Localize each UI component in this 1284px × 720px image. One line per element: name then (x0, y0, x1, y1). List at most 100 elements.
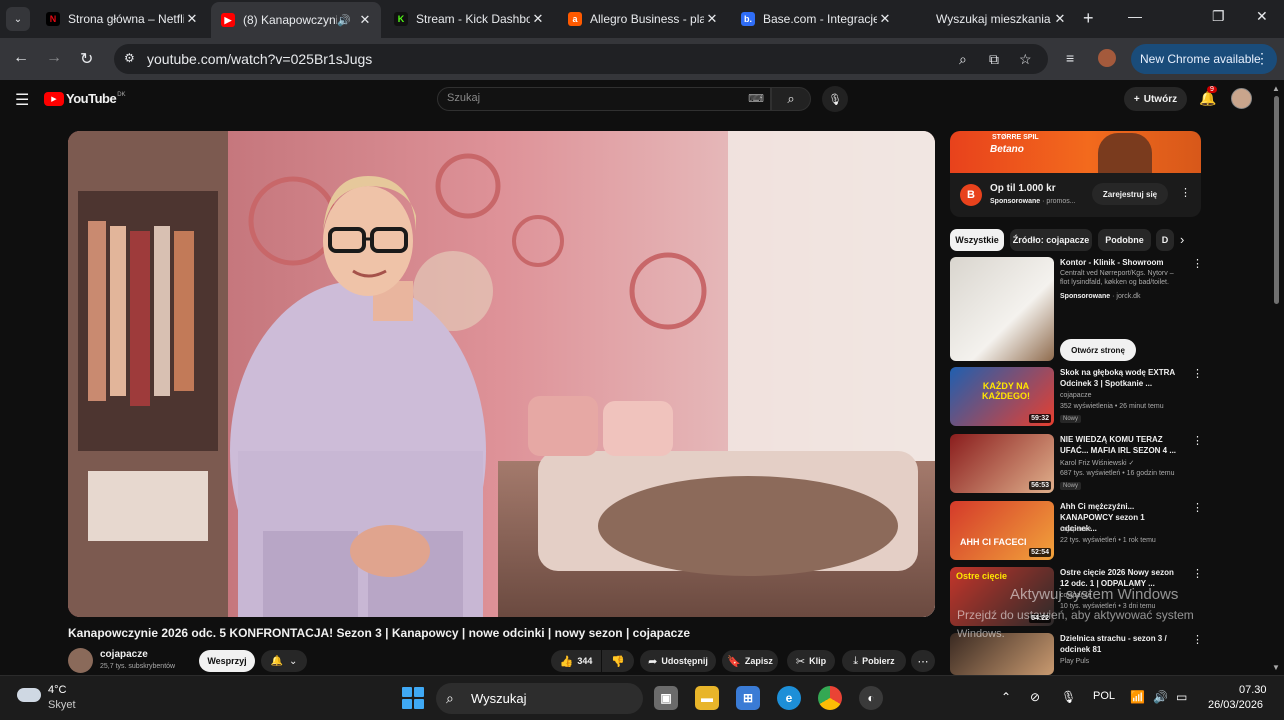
task-view-icon[interactable]: ▣ (654, 686, 678, 710)
edge-icon[interactable]: e (777, 686, 801, 710)
clip-button[interactable]: ✂ Klip (787, 650, 835, 672)
save-button[interactable]: 🔖 Zapisz (722, 650, 778, 672)
chip-similar[interactable]: Podobne (1098, 229, 1151, 251)
chip-source-channel[interactable]: Źródło: cojapacze (1010, 229, 1092, 251)
search-button[interactable]: ⌕ (771, 87, 811, 111)
scrollbar-thumb[interactable] (1274, 96, 1279, 304)
address-bar[interactable]: ⚙ youtube.com/watch?v=025Br1sJugs ⌕ ⧉ ☆ (114, 44, 1048, 74)
ad-headline[interactable]: Op til 1.000 kr (990, 183, 1056, 194)
video-player[interactable] (68, 131, 935, 617)
battery-icon[interactable]: ▭ (1176, 690, 1187, 704)
minimize-button[interactable]: — (1128, 8, 1142, 24)
more-icon[interactable]: ⋮ (1192, 501, 1203, 514)
chip-more[interactable]: D (1156, 229, 1174, 251)
tab-allegro[interactable]: a Allegro Business - platforma ✕ (558, 5, 728, 33)
extension-icon[interactable] (1098, 49, 1116, 67)
tab-search-button[interactable]: ⌄ (6, 7, 30, 31)
tab-kick[interactable]: K Stream - Kick Dashboard ✕ (384, 5, 554, 33)
ad-more-icon[interactable]: ⋮ (1180, 186, 1191, 199)
channel-avatar[interactable] (68, 648, 93, 673)
list-item[interactable]: 56:53 NIE WIEDZĄ KOMU TERAZ UFAĆ... MAFI… (950, 434, 1203, 496)
betano-logo-icon[interactable]: B (960, 184, 982, 206)
list-item[interactable]: AHH CI FACECI 52:54 Ahh Ci mężczyźni... … (950, 501, 1203, 563)
more-icon[interactable]: ⋮ (1192, 367, 1203, 380)
item-channel[interactable]: cojapacze (1060, 392, 1092, 399)
tab-apartments[interactable]: Wyszukaj mieszkania ✕ (904, 5, 1076, 33)
thumbnail[interactable]: 56:53 (950, 434, 1054, 493)
close-tab-icon[interactable]: ✕ (530, 11, 546, 27)
create-button[interactable]: + Utwórz (1124, 87, 1187, 111)
close-tab-icon[interactable]: ✕ (184, 11, 200, 27)
thumbnail[interactable]: AHH CI FACECI 52:54 (950, 501, 1054, 560)
youtube-logo[interactable]: ▶ YouTube DK (44, 91, 126, 106)
subscription-bell-button[interactable]: 🔔 ⌄ (261, 650, 307, 672)
bookmark-star-icon[interactable]: ☆ (1019, 51, 1032, 68)
page-scrollbar[interactable]: ▲ ▼ (1272, 84, 1280, 672)
ad-banner-image[interactable]: STØRRE SPIL Betano (950, 131, 1201, 173)
menu-hamburger-icon[interactable]: ☰ (15, 90, 29, 110)
avatar[interactable] (1231, 88, 1252, 109)
microphone-icon[interactable]: 🎙 (1061, 690, 1076, 704)
more-icon[interactable]: ⋮ (1192, 257, 1203, 270)
tab-base[interactable]: b. Base.com - Integracje ✕ (731, 5, 901, 33)
chrome-icon[interactable] (818, 686, 842, 710)
item-title[interactable]: Dzielnica strachu - sezon 3 / odcinek 81 (1060, 633, 1182, 655)
more-icon[interactable]: ⋮ (1192, 567, 1203, 580)
voice-search-button[interactable]: 🎙 (822, 86, 848, 112)
item-title[interactable]: NIE WIEDZĄ KOMU TERAZ UFAĆ... MAFIA IRL … (1060, 434, 1182, 456)
close-tab-icon[interactable]: ✕ (357, 12, 373, 28)
chip-all[interactable]: Wszystkie (950, 229, 1004, 251)
reload-button[interactable]: ↻ (80, 49, 93, 69)
media-controls-icon[interactable]: ≡ (1066, 50, 1074, 66)
notifications-button[interactable]: 🔔 9 (1199, 86, 1217, 107)
meet-now-icon[interactable]: ⊘ (1030, 690, 1040, 704)
close-tab-icon[interactable]: ✕ (877, 11, 893, 27)
keyboard-icon[interactable]: ⌨ (748, 92, 764, 105)
new-tab-button[interactable]: + (1083, 8, 1094, 29)
site-info-icon[interactable]: ⚙ (124, 51, 135, 65)
more-icon[interactable]: ⋮ (1192, 633, 1203, 646)
support-button[interactable]: Wesprzyj (199, 650, 255, 672)
item-channel[interactable]: cojapacze (1060, 526, 1092, 533)
show-hidden-icons-icon[interactable]: ⌃ (1001, 690, 1011, 704)
close-tab-icon[interactable]: ✕ (1052, 11, 1068, 27)
microsoft-store-icon[interactable]: ⊞ (736, 686, 760, 710)
ad-register-button[interactable]: Zarejestruj się (1092, 183, 1168, 205)
back-button[interactable]: ← (13, 49, 29, 67)
thumbnail[interactable]: KAŻDY NA KAŻDEGO! 59:32 (950, 367, 1054, 426)
close-window-button[interactable]: ✕ (1256, 8, 1268, 25)
share-button[interactable]: ➦ Udostępnij (640, 650, 716, 672)
item-title[interactable]: Kontor - Klinik - Showroom (1060, 257, 1182, 268)
chrome-menu-icon[interactable]: ⋮ (1255, 50, 1269, 67)
forward-button[interactable]: → (46, 49, 62, 67)
url-text[interactable]: youtube.com/watch?v=025Br1sJugs (147, 51, 372, 67)
file-explorer-icon[interactable]: ▬ (695, 686, 719, 710)
chevron-right-icon[interactable]: › (1180, 232, 1184, 247)
scroll-up-icon[interactable]: ▲ (1272, 84, 1280, 93)
item-channel[interactable]: Play Puls (1060, 658, 1089, 665)
download-button[interactable]: ⤓ Pobierz (842, 650, 906, 672)
clock-time[interactable]: 07.30 (1239, 684, 1267, 696)
close-tab-icon[interactable]: ✕ (704, 11, 720, 27)
list-item[interactable]: Kontor - Klinik - Showroom Centralt ved … (950, 257, 1203, 367)
more-icon[interactable]: ⋮ (1192, 434, 1203, 447)
language-indicator[interactable]: POL (1093, 690, 1115, 702)
tab-netflix[interactable]: N Strona główna – Netflix ✕ (36, 5, 208, 33)
clock-date[interactable]: 26/03/2026 (1208, 699, 1263, 711)
install-app-icon[interactable]: ⧉ (989, 51, 999, 68)
scroll-down-icon[interactable]: ▼ (1272, 663, 1280, 672)
channel-name[interactable]: cojapacze (100, 649, 148, 660)
search-input[interactable]: Szukaj ⌨ (437, 87, 771, 111)
audio-playing-icon[interactable]: 🔊 (337, 14, 351, 27)
open-page-button[interactable]: Otwórz stronę (1060, 339, 1136, 361)
wifi-icon[interactable]: 📶 (1130, 690, 1145, 704)
app-icon[interactable]: ◐ (859, 686, 883, 710)
item-channel[interactable]: Karol Friz Wiśniewski ✓ (1060, 459, 1134, 467)
tab-youtube-active[interactable]: ▶ (8) Kanapowczynie 🔊 ✕ (211, 2, 381, 38)
volume-icon[interactable]: 🔊 (1153, 690, 1168, 704)
new-chrome-available-button[interactable]: New Chrome available ⋮ (1131, 44, 1277, 74)
dislike-button[interactable]: 👎 (602, 650, 634, 672)
thumbnail[interactable] (950, 257, 1054, 361)
restore-button[interactable]: ❐ (1212, 8, 1225, 25)
like-button[interactable]: 👍 344 (551, 650, 601, 672)
